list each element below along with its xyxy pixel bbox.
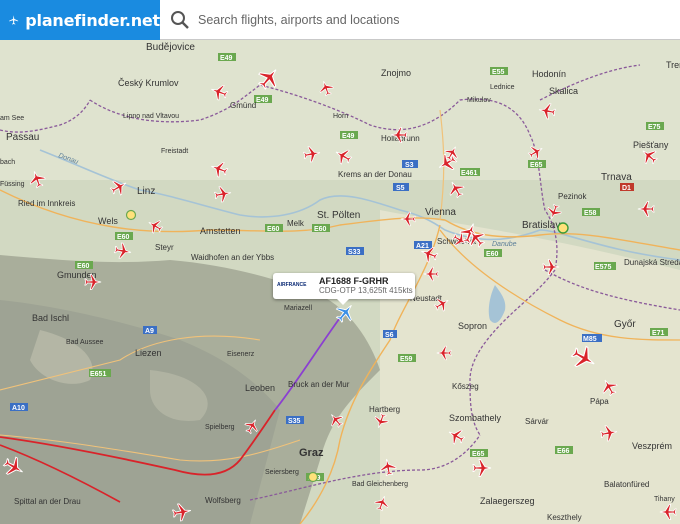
svg-text:Hartberg: Hartberg [369, 405, 400, 414]
search-bar[interactable] [160, 0, 680, 40]
svg-text:S33: S33 [348, 249, 361, 256]
svg-text:Bad Gleichenberg: Bad Gleichenberg [352, 481, 408, 488]
svg-text:Vienna: Vienna [425, 207, 456, 218]
svg-text:Bruck an der Mur: Bruck an der Mur [288, 380, 350, 389]
svg-text:Eisenerz: Eisenerz [227, 351, 255, 358]
svg-text:Freistadt: Freistadt [161, 148, 188, 155]
svg-text:M85: M85 [583, 336, 597, 343]
svg-text:Pezinok: Pezinok [558, 192, 587, 201]
svg-text:E60: E60 [77, 263, 90, 270]
svg-text:E59: E59 [400, 356, 413, 363]
svg-text:Melk: Melk [287, 219, 305, 228]
svg-text:Passau: Passau [6, 132, 39, 143]
svg-text:E49: E49 [256, 97, 269, 104]
svg-text:Balatonfüred: Balatonfüred [604, 480, 649, 489]
svg-text:Leoben: Leoben [245, 383, 275, 393]
svg-text:St. Pölten: St. Pölten [317, 210, 360, 221]
svg-text:Kőszeg: Kőszeg [452, 382, 479, 391]
svg-text:Liezen: Liezen [135, 348, 162, 358]
svg-text:E49: E49 [220, 55, 233, 62]
svg-text:Dunajská Streda: Dunajská Streda [624, 258, 680, 267]
svg-text:Keszthely: Keszthely [547, 513, 582, 522]
svg-text:E75: E75 [648, 124, 661, 131]
svg-text:E461: E461 [461, 170, 477, 177]
svg-text:Sopron: Sopron [458, 321, 487, 331]
svg-text:S5: S5 [396, 185, 405, 192]
svg-text:D1: D1 [622, 185, 631, 192]
svg-text:Lednice: Lednice [490, 84, 515, 91]
svg-text:Linz: Linz [137, 186, 155, 197]
svg-text:E49: E49 [342, 133, 355, 140]
svg-text:Tren: Tren [666, 60, 680, 70]
svg-text:Trnava: Trnava [601, 172, 632, 183]
svg-text:Waidhofen an der Ybbs: Waidhofen an der Ybbs [191, 253, 274, 262]
planefinder-logo[interactable]: planefinder.net [0, 0, 160, 40]
svg-text:Bad Ischl: Bad Ischl [32, 313, 69, 323]
svg-text:Szombathely: Szombathely [449, 413, 502, 423]
svg-text:E71: E71 [652, 330, 665, 337]
svg-text:Füssing: Füssing [0, 181, 25, 188]
svg-text:E66: E66 [557, 448, 570, 455]
svg-text:E575: E575 [595, 264, 611, 271]
svg-text:Seiersberg: Seiersberg [265, 469, 299, 476]
svg-text:A10: A10 [12, 405, 25, 412]
svg-text:Lipno nad Vltavou: Lipno nad Vltavou [123, 113, 179, 120]
svg-text:E651: E651 [90, 371, 106, 378]
svg-text:A9: A9 [145, 328, 154, 335]
svg-text:Zalaegerszeg: Zalaegerszeg [480, 496, 535, 506]
svg-text:Steyr: Steyr [155, 243, 174, 252]
svg-text:Hodonín: Hodonín [532, 69, 566, 79]
svg-text:Wolfsberg: Wolfsberg [205, 496, 241, 505]
svg-text:S6: S6 [385, 332, 394, 339]
svg-text:Amstetten: Amstetten [200, 226, 241, 236]
svg-text:Győr: Győr [614, 319, 636, 330]
svg-text:A21: A21 [416, 243, 429, 250]
svg-text:E60: E60 [117, 234, 130, 241]
svg-text:Pápa: Pápa [590, 397, 609, 406]
svg-text:Skalica: Skalica [549, 86, 578, 96]
svg-text:Sárvár: Sárvár [525, 417, 549, 426]
svg-text:Ried im Innkreis: Ried im Innkreis [18, 199, 75, 208]
svg-text:Graz: Graz [299, 447, 324, 459]
svg-text:Mariazell: Mariazell [284, 305, 312, 312]
svg-text:Spittal an der Drau: Spittal an der Drau [14, 497, 81, 506]
brand-name: planefinder.net [25, 10, 160, 30]
flight-tooltip[interactable]: AIRFRANCE AF1688 F-GRHR CDG-OTP 13,625ft… [273, 273, 415, 305]
svg-text:Krems an der Donau: Krems an der Donau [338, 170, 412, 179]
svg-text:E55: E55 [492, 69, 505, 76]
svg-text:E60: E60 [267, 226, 280, 233]
svg-text:Znojmo: Znojmo [381, 68, 411, 78]
svg-text:Tihany: Tihany [654, 496, 675, 503]
airline-logo: AIRFRANCE [277, 282, 307, 288]
svg-text:Wels: Wels [98, 216, 118, 226]
svg-text:am See: am See [0, 115, 24, 122]
svg-text:Bad Aussee: Bad Aussee [66, 339, 103, 346]
svg-text:Horn: Horn [333, 113, 348, 120]
svg-text:Gmünd: Gmünd [230, 101, 256, 110]
svg-text:E60: E60 [314, 226, 327, 233]
flight-callsign: AF1688 F-GRHR [319, 276, 389, 286]
svg-text:S35: S35 [288, 418, 301, 425]
svg-text:E58: E58 [584, 210, 597, 217]
planefinder-logo-icon [9, 15, 19, 25]
svg-text:Veszprém: Veszprém [632, 441, 672, 451]
svg-text:S3: S3 [405, 162, 414, 169]
svg-text:Piešťany: Piešťany [633, 140, 669, 150]
search-input[interactable] [196, 12, 660, 28]
svg-text:E65: E65 [530, 162, 543, 169]
search-icon[interactable] [170, 10, 190, 30]
svg-text:E65: E65 [472, 451, 485, 458]
svg-text:Český Krumlov: Český Krumlov [118, 78, 179, 88]
svg-text:E60: E60 [486, 251, 499, 258]
svg-text:bach: bach [0, 159, 15, 166]
svg-text:Mikulov: Mikulov [467, 97, 491, 104]
top-bar: planefinder.net [0, 0, 680, 40]
svg-text:Budějovice: Budějovice [146, 42, 195, 53]
river-label: Danube [492, 241, 517, 248]
svg-text:Spielberg: Spielberg [205, 424, 235, 431]
flight-route-info: CDG-OTP 13,625ft 415kts [319, 286, 413, 295]
